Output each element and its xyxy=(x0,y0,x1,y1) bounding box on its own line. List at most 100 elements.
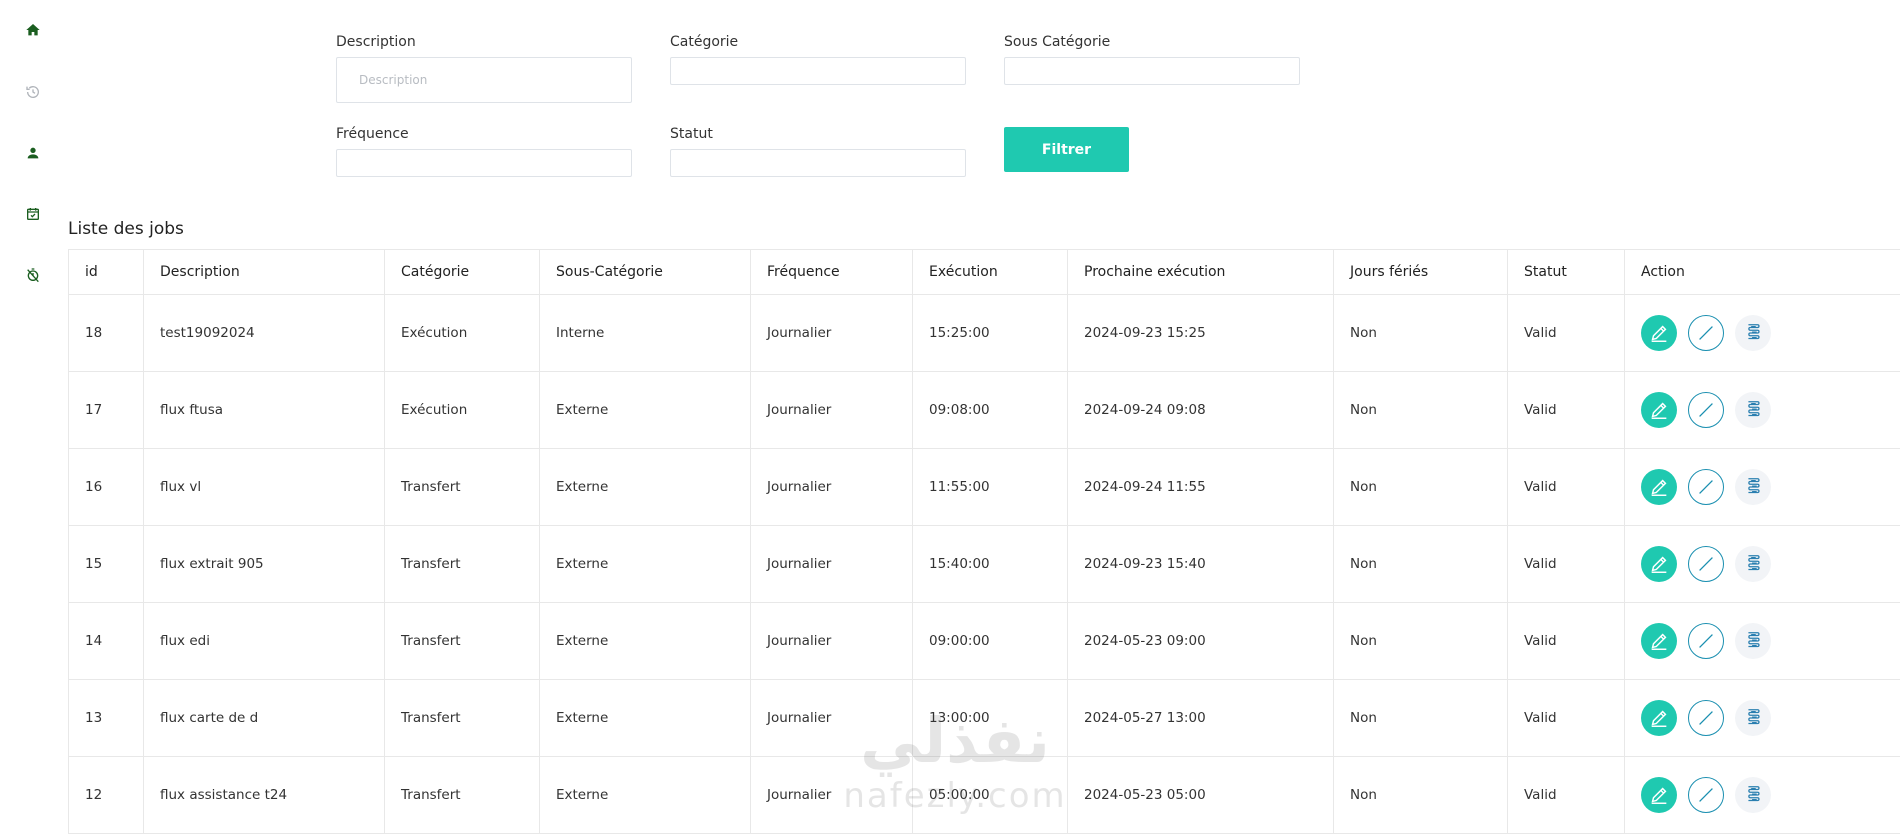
cell-id: 16 xyxy=(68,448,144,526)
cell-jours-feries: Non xyxy=(1333,371,1508,449)
jobs-table-container: id Description Catégorie Sous-Catégorie Fréq… xyxy=(68,249,1900,834)
cell-sous-categorie: Externe xyxy=(539,448,751,526)
disable-icon[interactable] xyxy=(1688,700,1724,736)
calendar-check-icon[interactable] xyxy=(24,205,42,223)
row-actions xyxy=(1641,315,1900,351)
cell-action xyxy=(1624,294,1900,372)
log-scroll-icon[interactable] xyxy=(1735,546,1771,582)
edit-icon[interactable] xyxy=(1641,623,1677,659)
cell-frequence: Journalier xyxy=(750,371,913,449)
cell-prochaine-execution: 2024-09-23 15:25 xyxy=(1067,294,1334,372)
cell-description: flux carte de d xyxy=(143,679,385,757)
cell-prochaine-execution: 2024-05-27 13:00 xyxy=(1067,679,1334,757)
table-row: 17 flux ftusa Exécution Externe Journalier 09… xyxy=(68,371,1900,449)
column-header: Catégorie xyxy=(384,249,540,295)
disable-icon[interactable] xyxy=(1688,777,1724,813)
cell-description: flux vl xyxy=(143,448,385,526)
column-header: Action xyxy=(1624,249,1900,295)
cell-sous-categorie: Externe xyxy=(539,756,751,834)
table-row: 18 test19092024 Exécution Interne Journalier… xyxy=(68,294,1900,372)
cell-prochaine-execution: 2024-05-23 05:00 xyxy=(1067,756,1334,834)
categorie-input[interactable] xyxy=(670,57,966,85)
cell-sous-categorie: Externe xyxy=(539,602,751,680)
cell-id: 17 xyxy=(68,371,144,449)
disable-icon[interactable] xyxy=(1688,469,1724,505)
user-icon[interactable] xyxy=(24,144,42,162)
log-scroll-icon[interactable] xyxy=(1735,623,1771,659)
table-row: 14 flux edi Transfert Externe Journalier 09:0… xyxy=(68,602,1900,680)
edit-icon[interactable] xyxy=(1641,315,1677,351)
filter-button[interactable]: Filtrer xyxy=(1004,127,1129,172)
cell-frequence: Journalier xyxy=(750,602,913,680)
cell-execution: 15:40:00 xyxy=(912,525,1068,603)
description-label: Description xyxy=(336,34,416,50)
log-scroll-icon[interactable] xyxy=(1735,315,1771,351)
cell-sous-categorie: Externe xyxy=(539,525,751,603)
cell-jours-feries: Non xyxy=(1333,448,1508,526)
log-scroll-icon[interactable] xyxy=(1735,469,1771,505)
cell-action xyxy=(1624,602,1900,680)
cell-statut: Valid xyxy=(1507,525,1625,603)
sous-categorie-input[interactable] xyxy=(1004,57,1300,85)
cell-prochaine-execution: 2024-05-23 09:00 xyxy=(1067,602,1334,680)
cell-action xyxy=(1624,756,1900,834)
disable-icon[interactable] xyxy=(1688,546,1724,582)
column-header: Exécution xyxy=(912,249,1068,295)
edit-icon[interactable] xyxy=(1641,469,1677,505)
home-icon[interactable] xyxy=(24,21,42,39)
cell-execution: 11:55:00 xyxy=(912,448,1068,526)
description-input[interactable] xyxy=(336,57,632,103)
cell-statut: Valid xyxy=(1507,448,1625,526)
cell-description: flux extrait 905 xyxy=(143,525,385,603)
cell-sous-categorie: Interne xyxy=(539,294,751,372)
column-header: Statut xyxy=(1507,249,1625,295)
disable-icon[interactable] xyxy=(1688,392,1724,428)
cell-statut: Valid xyxy=(1507,294,1625,372)
table-row: 16 flux vl Transfert Externe Journalier 11:55… xyxy=(68,448,1900,526)
cell-sous-categorie: Externe xyxy=(539,371,751,449)
history-icon[interactable] xyxy=(24,83,42,101)
cell-frequence: Journalier xyxy=(750,448,913,526)
edit-icon[interactable] xyxy=(1641,546,1677,582)
cell-id: 14 xyxy=(68,602,144,680)
log-scroll-icon[interactable] xyxy=(1735,777,1771,813)
cell-statut: Valid xyxy=(1507,756,1625,834)
cell-categorie: Transfert xyxy=(384,602,540,680)
log-scroll-icon[interactable] xyxy=(1735,700,1771,736)
row-actions xyxy=(1641,392,1900,428)
edit-icon[interactable] xyxy=(1641,700,1677,736)
disable-icon[interactable] xyxy=(1688,623,1724,659)
cell-jours-feries: Non xyxy=(1333,756,1508,834)
frequence-input[interactable] xyxy=(336,149,632,177)
cell-execution: 15:25:00 xyxy=(912,294,1068,372)
cell-prochaine-execution: 2024-09-24 09:08 xyxy=(1067,371,1334,449)
edit-icon[interactable] xyxy=(1641,777,1677,813)
cell-execution: 13:00:00 xyxy=(912,679,1068,757)
row-actions xyxy=(1641,469,1900,505)
cell-description: test19092024 xyxy=(143,294,385,372)
cell-execution: 05:00:00 xyxy=(912,756,1068,834)
cell-execution: 09:08:00 xyxy=(912,371,1068,449)
column-header: Fréquence xyxy=(750,249,913,295)
cell-action xyxy=(1624,679,1900,757)
cell-description: flux edi xyxy=(143,602,385,680)
cell-frequence: Journalier xyxy=(750,679,913,757)
cell-description: flux assistance t24 xyxy=(143,756,385,834)
cell-frequence: Journalier xyxy=(750,294,913,372)
cell-description: flux ftusa xyxy=(143,371,385,449)
column-header: Description xyxy=(143,249,385,295)
table-row: 13 flux carte de d Transfert Externe Journal… xyxy=(68,679,1900,757)
cell-jours-feries: Non xyxy=(1333,294,1508,372)
timer-off-icon[interactable] xyxy=(24,266,42,284)
disable-icon[interactable] xyxy=(1688,315,1724,351)
cell-jours-feries: Non xyxy=(1333,602,1508,680)
cell-prochaine-execution: 2024-09-24 11:55 xyxy=(1067,448,1334,526)
statut-input[interactable] xyxy=(670,149,966,177)
cell-categorie: Transfert xyxy=(384,756,540,834)
log-scroll-icon[interactable] xyxy=(1735,392,1771,428)
statut-label: Statut xyxy=(670,126,713,142)
cell-statut: Valid xyxy=(1507,679,1625,757)
row-actions xyxy=(1641,700,1900,736)
jobs-table: id Description Catégorie Sous-Catégorie Fréq… xyxy=(68,249,1900,834)
edit-icon[interactable] xyxy=(1641,392,1677,428)
